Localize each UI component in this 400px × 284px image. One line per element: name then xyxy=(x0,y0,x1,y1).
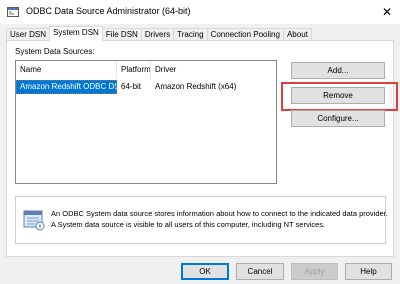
info-text-line-1: An ODBC System data source stores inform… xyxy=(51,209,388,218)
title-bar: ODBC Data Source Administrator (64-bit) … xyxy=(0,0,400,24)
tab-strip: User DSN System DSN File DSN Drivers Tra… xyxy=(6,26,312,41)
column-header-driver[interactable]: Driver xyxy=(151,61,276,79)
add-button[interactable]: Add... xyxy=(291,62,385,79)
system-data-sources-label: System Data Sources: xyxy=(15,47,95,56)
cancel-button[interactable]: Cancel xyxy=(236,263,284,280)
help-button[interactable]: Help xyxy=(345,263,392,280)
window-title: ODBC Data Source Administrator (64-bit) xyxy=(26,6,191,16)
dsn-name-cell[interactable]: Amazon Redshift ODBC DSN xyxy=(16,80,117,94)
dsn-platform-cell: 64-bit xyxy=(121,82,142,91)
list-item[interactable]: Amazon Redshift ODBC DSN 64-bit Amazon R… xyxy=(16,80,276,94)
info-text-line-2: A System data source is visible to all u… xyxy=(51,220,326,229)
odbc-admin-window: ODBC Data Source Administrator (64-bit) … xyxy=(0,0,400,284)
info-group: An ODBC System data source stores inform… xyxy=(15,196,388,244)
list-header: Name Platform Driver xyxy=(16,61,276,79)
close-button[interactable]: ✕ xyxy=(374,0,400,24)
apply-button[interactable]: Apply xyxy=(291,263,338,280)
close-icon: ✕ xyxy=(381,5,393,19)
dsn-driver-cell: Amazon Redshift (x64) xyxy=(155,82,237,91)
ok-button[interactable]: OK xyxy=(181,263,229,280)
odbc-app-icon xyxy=(7,7,19,17)
data-sources-list[interactable]: Name Platform Driver Amazon Redshift ODB… xyxy=(15,60,277,184)
configure-button[interactable]: Configure... xyxy=(291,110,385,127)
column-header-name[interactable]: Name xyxy=(16,61,117,79)
tab-system-dsn[interactable]: System DSN xyxy=(49,26,103,41)
remove-button[interactable]: Remove xyxy=(291,87,385,104)
database-info-icon xyxy=(23,210,45,231)
column-header-platform[interactable]: Platform xyxy=(117,61,151,79)
